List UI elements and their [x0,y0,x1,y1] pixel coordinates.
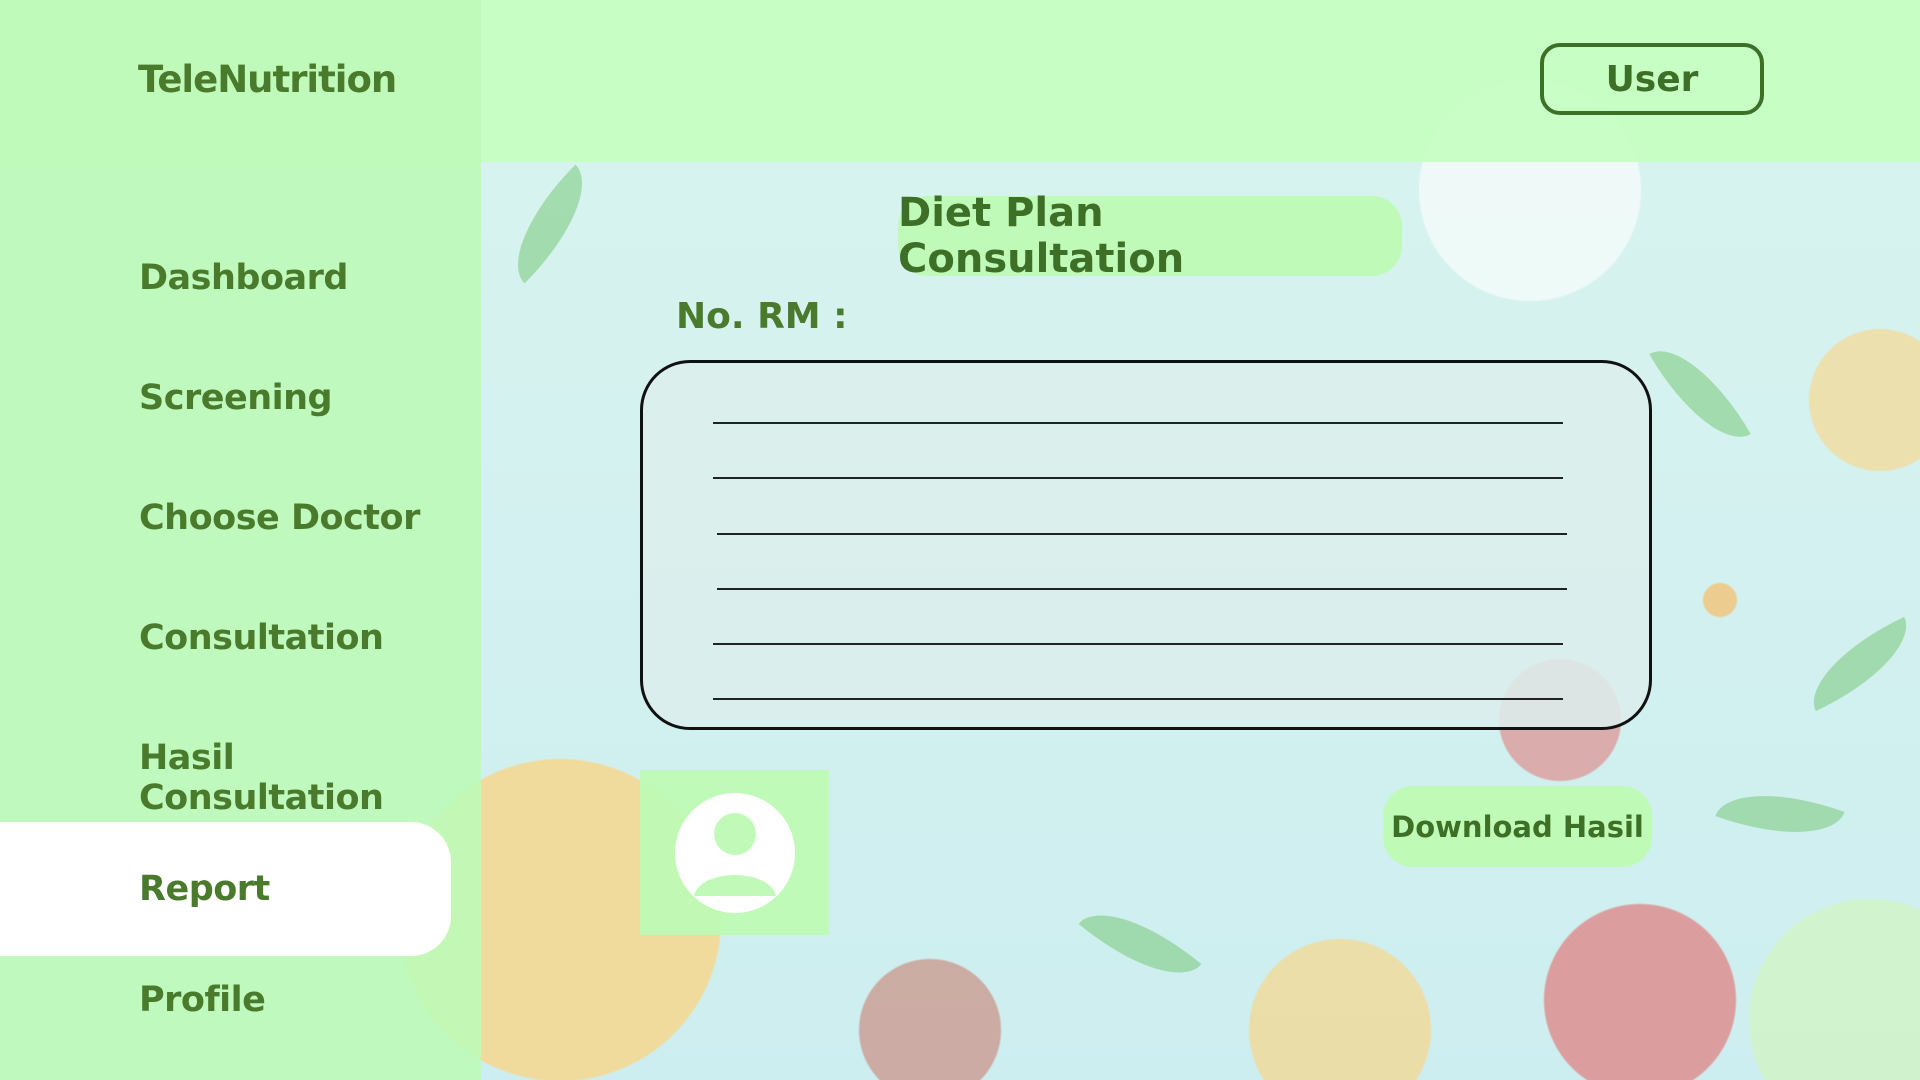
note-line [713,643,1563,645]
leaf-decoration [1649,330,1751,458]
sidebar-item-label: Consultation [139,618,384,658]
leaf-decoration [1078,887,1202,1001]
leaf-decoration [1795,616,1920,712]
avatar [640,770,829,935]
note-line [717,588,1567,590]
leaf-decoration [490,164,610,284]
note-line [713,422,1563,424]
sidebar-item-label: Screening [139,378,333,418]
app-brand: TeleNutrition [138,58,397,101]
note-line [713,477,1563,479]
note-line [713,698,1563,700]
sidebar-item-dashboard[interactable]: Dashboard [0,238,451,318]
note-line [717,533,1567,535]
sidebar-item-label: Hasil Consultation [139,738,384,818]
sidebar-item-report[interactable]: Report [0,822,451,956]
sidebar-item-label: Profile [139,980,266,1020]
page-title: Diet Plan Consultation [898,190,1402,282]
sidebar-item-label: Choose Doctor [139,498,420,538]
sidebar-item-hasil-consultation[interactable]: Hasil Consultation [0,738,451,818]
sidebar-item-label: Dashboard [139,258,348,298]
sidebar-item-consultation[interactable]: Consultation [0,598,451,678]
user-button[interactable]: User [1540,43,1764,115]
leaf-decoration [1715,770,1845,858]
user-avatar-icon [674,792,795,913]
sidebar-item-choose-doctor[interactable]: Choose Doctor [0,478,451,558]
sidebar-item-screening[interactable]: Screening [0,358,451,438]
sidebar-item-label: Report [139,869,270,909]
sidebar: TeleNutrition Dashboard Screening Choose… [0,0,481,1080]
sidebar-item-profile[interactable]: Profile [0,960,451,1040]
rm-label: No. RM : [676,296,848,337]
download-hasil-button[interactable]: Download Hasil [1383,786,1652,867]
consultation-notes-box[interactable] [640,360,1652,730]
